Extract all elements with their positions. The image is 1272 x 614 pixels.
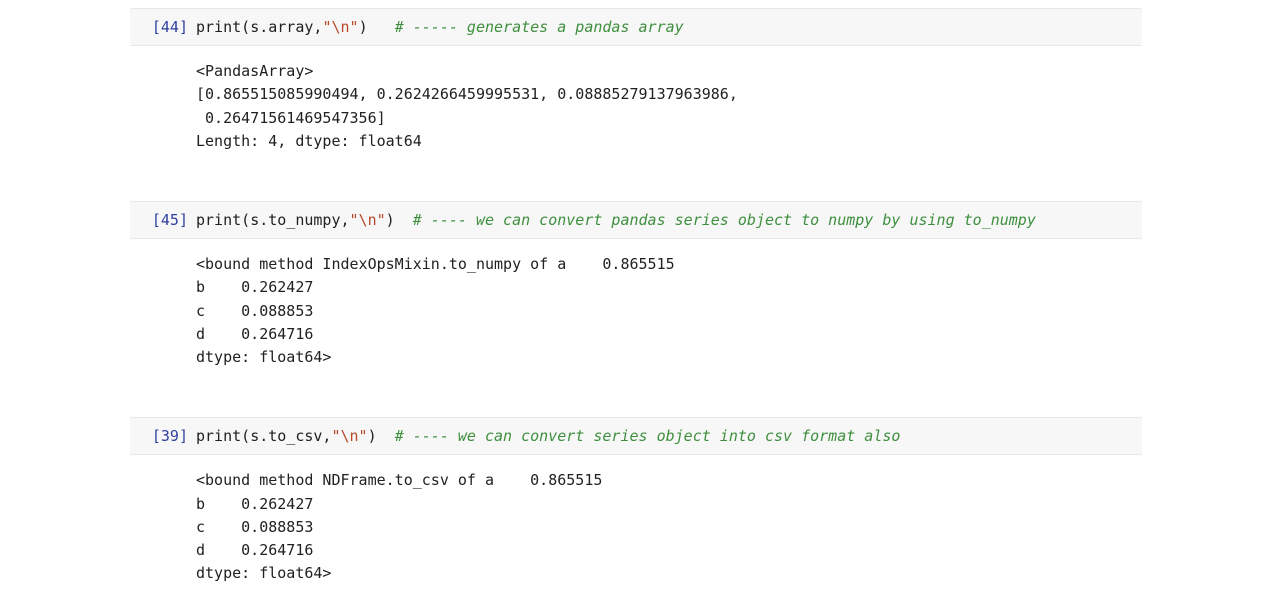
code-token-punc: (	[241, 18, 250, 36]
output-row: <bound method IndexOpsMixin.to_numpy of …	[130, 239, 1142, 369]
code-token-punc: (	[241, 211, 250, 229]
code-token-comment: # ----- generates a pandas array	[395, 18, 684, 36]
code-token-punc: )	[386, 211, 395, 229]
output-row: <PandasArray> [0.865515085990494, 0.2624…	[130, 46, 1142, 153]
code-token-fn: print	[196, 211, 241, 229]
notebook-cell: [39] print(s.to_csv,"\n") # ---- we can …	[0, 417, 1272, 585]
output-text: <bound method IndexOpsMixin.to_numpy of …	[196, 253, 1142, 369]
code-token-comment: # ---- we can convert pandas series obje…	[413, 211, 1036, 229]
code-area[interactable]: print(s.array,"\n") # ----- generates a …	[196, 15, 1142, 39]
code-token-string: "\n"	[350, 211, 386, 229]
notebook-cell: [45] print(s.to_numpy,"\n") # ---- we ca…	[0, 201, 1272, 369]
notebook: [44] print(s.array,"\n") # ----- generat…	[0, 0, 1272, 610]
code-token-fn: print	[196, 427, 241, 445]
execution-prompt: [45]	[130, 208, 196, 232]
execution-prompt: [44]	[130, 15, 196, 39]
input-row[interactable]: [39] print(s.to_csv,"\n") # ---- we can …	[130, 417, 1142, 455]
code-token-punc: )	[359, 18, 368, 36]
code-token-string: "\n"	[331, 427, 367, 445]
output-row: <bound method NDFrame.to_csv of a 0.8655…	[130, 455, 1142, 585]
input-row[interactable]: [45] print(s.to_numpy,"\n") # ---- we ca…	[130, 201, 1142, 239]
code-token-pad	[368, 18, 395, 36]
code-area[interactable]: print(s.to_csv,"\n") # ---- we can conve…	[196, 424, 1142, 448]
code-token-punc: (	[241, 427, 250, 445]
code-token-punc: )	[368, 427, 377, 445]
code-token-comment: # ---- we can convert series object into…	[395, 427, 901, 445]
code-token-fn: print	[196, 18, 241, 36]
code-token-pad	[377, 427, 395, 445]
notebook-cell: [44] print(s.array,"\n") # ----- generat…	[0, 8, 1272, 153]
output-text: <PandasArray> [0.865515085990494, 0.2624…	[196, 60, 1142, 153]
code-token-arg: s.to_numpy,	[250, 211, 349, 229]
code-area[interactable]: print(s.to_numpy,"\n") # ---- we can con…	[196, 208, 1142, 232]
code-token-string: "\n"	[322, 18, 358, 36]
code-token-arg: s.array,	[250, 18, 322, 36]
execution-prompt: [39]	[130, 424, 196, 448]
output-text: <bound method NDFrame.to_csv of a 0.8655…	[196, 469, 1142, 585]
code-token-arg: s.to_csv,	[250, 427, 331, 445]
code-token-pad	[395, 211, 413, 229]
input-row[interactable]: [44] print(s.array,"\n") # ----- generat…	[130, 8, 1142, 46]
